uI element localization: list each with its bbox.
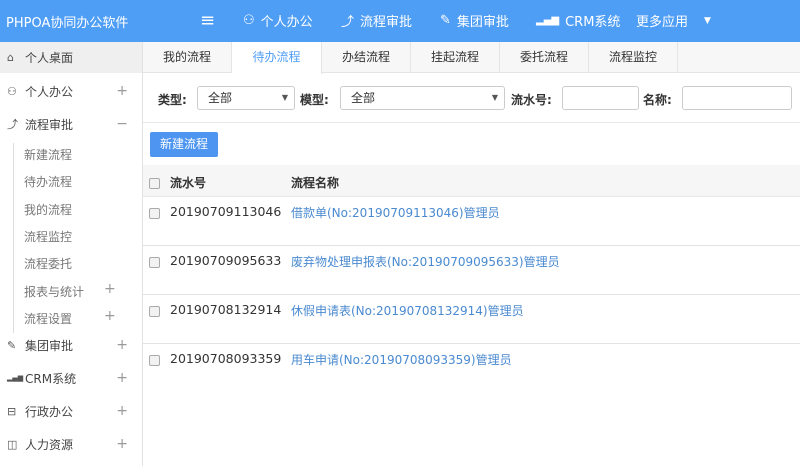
sidebar-label: 行政办公 bbox=[25, 404, 74, 419]
sidebar-item-personal[interactable]: ⚇ 个人办公 + bbox=[0, 75, 142, 107]
sidebar-item-group[interactable]: ✎ 集团审批 + bbox=[0, 329, 142, 361]
sidebar-item-admin[interactable]: ⊟ 行政办公 + bbox=[0, 395, 142, 427]
sidebar-item-desktop[interactable]: ⌂ 个人桌面 bbox=[0, 42, 142, 73]
top-header: PHPOA协同办公软件 ≡ ⚇ 个人办公 ⤴ 流程审批 ✎ 集团审批 ▂▄▆ CRM系统… bbox=[0, 0, 800, 42]
sidebar-sub-new[interactable]: 新建流程 bbox=[24, 146, 72, 163]
nav-label: CRM系统 bbox=[565, 15, 621, 30]
user-icon: ⚇ bbox=[7, 84, 17, 98]
caret-down-icon: ▼ bbox=[281, 93, 288, 102]
row-checkbox[interactable] bbox=[149, 355, 160, 366]
sidebar: ⌂ 个人桌面 ⚇ 个人办公 + ⤴ 流程审批 − 新建流程 待办流程 我的流程 流程监控 … bbox=[0, 42, 143, 466]
home-icon: ⌂ bbox=[7, 51, 14, 64]
flow-name-link[interactable]: 用车申请(No:20190708093359)管理员 bbox=[291, 351, 512, 368]
serial-cell: 20190709095633 bbox=[170, 253, 282, 268]
tab-bar: 我的流程 待办流程 办结流程 挂起流程 委托流程 流程监控 bbox=[143, 42, 800, 74]
collapse-icon[interactable]: − bbox=[116, 116, 128, 132]
nav-personal[interactable]: ⚇ 个人办公 bbox=[243, 11, 313, 30]
expand-icon[interactable]: + bbox=[116, 403, 128, 419]
nav-label: 集团审批 bbox=[456, 15, 509, 30]
sidebar-sub-settings[interactable]: 流程设置 + bbox=[24, 308, 116, 327]
submenu-line bbox=[13, 143, 14, 333]
book-icon: ◫ bbox=[7, 437, 18, 451]
nav-group[interactable]: ✎ 集团审批 bbox=[440, 11, 509, 30]
user-icon: ⚇ bbox=[243, 13, 255, 28]
hamburger-menu-icon[interactable]: ≡ bbox=[200, 10, 215, 31]
row-checkbox[interactable] bbox=[149, 257, 160, 268]
nav-label: 个人办公 bbox=[260, 15, 313, 30]
briefcase-icon: ⊟ bbox=[7, 404, 17, 418]
sidebar-sub-pending[interactable]: 待办流程 bbox=[24, 173, 72, 190]
expand-icon[interactable]: + bbox=[104, 308, 116, 324]
sidebar-sub-reports[interactable]: 报表与统计 + bbox=[24, 281, 116, 300]
flow-name-link[interactable]: 借款单(No:20190709113046)管理员 bbox=[291, 204, 500, 221]
flow-name-link[interactable]: 废弃物处理申报表(No:20190709095633)管理员 bbox=[291, 253, 560, 270]
bar-chart-icon: ▂▄▆ bbox=[536, 15, 560, 26]
sidebar-sub-delegate[interactable]: 流程委托 bbox=[24, 255, 72, 272]
sidebar-sub-mine[interactable]: 我的流程 bbox=[24, 201, 72, 218]
serial-cell: 20190708093359 bbox=[170, 351, 282, 366]
nav-label: 流程审批 bbox=[360, 15, 413, 30]
sidebar-item-crm[interactable]: ▂▄▆ CRM系统 + bbox=[0, 362, 142, 394]
new-flow-button[interactable]: 新建流程 bbox=[150, 132, 218, 157]
model-label: 模型: bbox=[300, 93, 329, 107]
edit-icon: ✎ bbox=[7, 338, 17, 352]
column-name: 流程名称 bbox=[291, 176, 340, 190]
sidebar-label: 人力资源 bbox=[25, 437, 74, 452]
caret-down-icon: ▼ bbox=[704, 15, 711, 26]
tab-done[interactable]: 办结流程 bbox=[322, 42, 411, 73]
divider bbox=[143, 122, 800, 123]
select-value: 全部 bbox=[351, 91, 376, 105]
tab-delegated[interactable]: 委托流程 bbox=[500, 42, 589, 73]
nav-more[interactable]: 更多应用 ▼ bbox=[636, 11, 711, 30]
edit-icon: ✎ bbox=[440, 13, 451, 28]
sidebar-sub-monitor[interactable]: 流程监控 bbox=[24, 228, 72, 245]
sidebar-label: 集团审批 bbox=[25, 338, 74, 353]
flow-name-link[interactable]: 休假申请表(No:20190708132914)管理员 bbox=[291, 302, 524, 319]
expand-icon[interactable]: + bbox=[116, 370, 128, 386]
table-row: 20190708093359 用车申请(No:20190708093359)管理员 bbox=[143, 344, 800, 393]
tab-suspended[interactable]: 挂起流程 bbox=[411, 42, 500, 73]
sidebar-label: 报表与统计 bbox=[24, 285, 85, 299]
type-select[interactable]: 全部 ▼ bbox=[197, 86, 295, 110]
expand-icon[interactable]: + bbox=[116, 436, 128, 452]
table-row: 20190708132914 休假申请表(No:20190708132914)管理… bbox=[143, 295, 800, 344]
sidebar-label: CRM系统 bbox=[25, 371, 77, 386]
sidebar-item-hr[interactable]: ◫ 人力资源 + bbox=[0, 428, 142, 460]
sidebar-label: 流程审批 bbox=[25, 117, 74, 132]
serial-cell: 20190709113046 bbox=[170, 204, 282, 219]
nav-label: 更多应用 bbox=[636, 15, 689, 30]
name-label: 名称: bbox=[643, 93, 672, 107]
tab-pending[interactable]: 待办流程 bbox=[232, 42, 322, 74]
row-checkbox[interactable] bbox=[149, 208, 160, 219]
serial-label: 流水号: bbox=[511, 93, 552, 107]
serial-input[interactable] bbox=[562, 86, 639, 110]
table-row: 20190709113046 借款单(No:20190709113046)管理员 bbox=[143, 197, 800, 246]
serial-cell: 20190708132914 bbox=[170, 302, 282, 317]
expand-icon[interactable]: + bbox=[116, 337, 128, 353]
sidebar-item-flow[interactable]: ⤴ 流程审批 − bbox=[0, 108, 142, 140]
row-checkbox[interactable] bbox=[149, 306, 160, 317]
sidebar-label: 个人桌面 bbox=[25, 51, 74, 65]
expand-icon[interactable]: + bbox=[104, 281, 116, 297]
expand-icon[interactable]: + bbox=[116, 83, 128, 99]
flow-icon: ⤴ bbox=[341, 15, 355, 30]
type-label: 类型: bbox=[158, 93, 187, 107]
select-all-checkbox[interactable] bbox=[149, 178, 160, 189]
nav-crm[interactable]: ▂▄▆ CRM系统 bbox=[536, 11, 620, 30]
sidebar-label: 个人办公 bbox=[25, 84, 74, 99]
column-serial: 流水号 bbox=[170, 176, 207, 190]
sidebar-label: 流程设置 bbox=[24, 312, 73, 326]
tab-my-flow[interactable]: 我的流程 bbox=[143, 42, 232, 73]
model-select[interactable]: 全部 ▼ bbox=[340, 86, 505, 110]
flow-icon: ⤴ bbox=[7, 118, 18, 131]
name-input[interactable] bbox=[682, 86, 792, 110]
select-value: 全部 bbox=[208, 91, 233, 105]
table-header bbox=[143, 165, 800, 197]
table-row: 20190709095633 废弃物处理申报表(No:20190709095633… bbox=[143, 246, 800, 295]
tab-monitor[interactable]: 流程监控 bbox=[589, 42, 678, 73]
nav-flow[interactable]: ⤴ 流程审批 bbox=[341, 11, 412, 30]
app-logo[interactable]: PHPOA协同办公软件 bbox=[6, 12, 128, 31]
bar-chart-icon: ▂▄▆ bbox=[7, 374, 24, 382]
caret-down-icon: ▼ bbox=[491, 93, 498, 102]
